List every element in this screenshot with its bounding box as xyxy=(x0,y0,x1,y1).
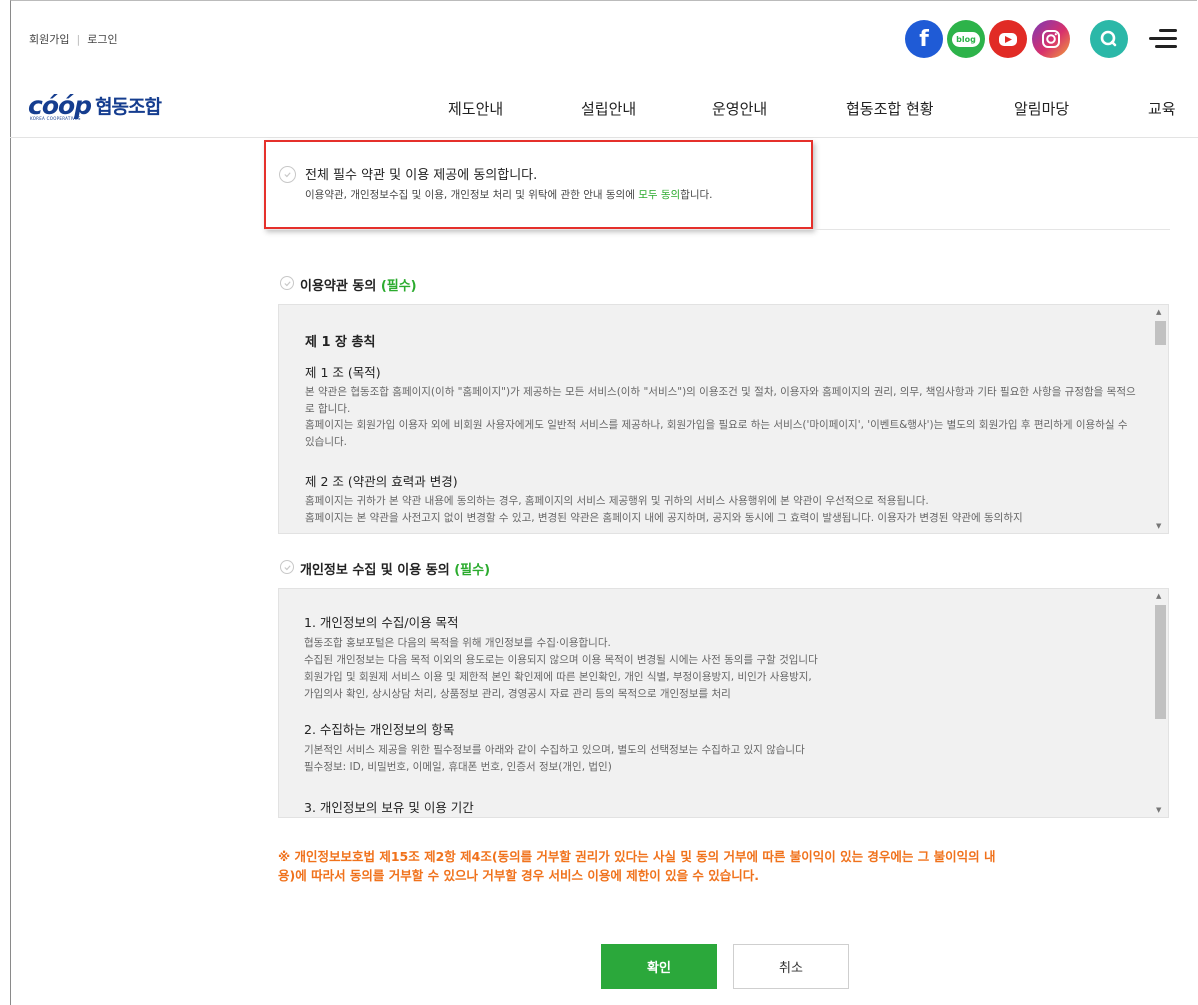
instagram-icon[interactable] xyxy=(1032,20,1070,58)
nav-item-status[interactable]: 협동조합 현황 xyxy=(846,98,934,119)
privacy-section-1-text: 회원가입 및 회원제 서비스 이용 및 제한적 본인 확인제에 따른 본인확인,… xyxy=(304,671,812,683)
terms-scroll-thumb[interactable] xyxy=(1155,321,1166,345)
nav-item-operation[interactable]: 운영안내 xyxy=(712,98,767,119)
facebook-icon[interactable]: f xyxy=(905,20,943,58)
account-links: 회원가입 | 로그인 xyxy=(29,31,118,47)
nav-item-notice[interactable]: 알림마당 xyxy=(1014,98,1069,119)
nav-item-establish[interactable]: 설립안내 xyxy=(581,98,636,119)
terms-checkbox[interactable] xyxy=(280,276,294,290)
logo-name: 협동조합 xyxy=(95,95,162,118)
privacy-scrollbar[interactable]: ▲ ▼ xyxy=(1151,589,1168,817)
coop-logo[interactable]: cóóp KOREA COOPERATIVES 협동조합 xyxy=(28,90,162,122)
agree-all-description: 이용약관, 개인정보수집 및 이용, 개인정보 처리 및 위탁에 관한 안내 동… xyxy=(305,189,713,201)
privacy-checkbox[interactable] xyxy=(280,560,294,574)
link-separator: | xyxy=(76,33,81,46)
signup-link[interactable]: 회원가입 xyxy=(29,31,69,47)
privacy-section-3-title: 3. 개인정보의 보유 및 이용 기간 xyxy=(304,800,474,815)
privacy-section-1-title: 1. 개인정보의 수집/이용 목적 xyxy=(304,615,459,630)
privacy-section-2-text: 기본적인 서비스 제공을 위한 필수정보를 아래와 같이 수집하고 있으며, 별… xyxy=(304,744,805,756)
section-divider xyxy=(264,229,1170,230)
terms-chapter: 제 1 장 총칙 xyxy=(305,335,376,350)
cancel-button[interactable]: 취소 xyxy=(733,944,849,989)
menu-icon[interactable] xyxy=(1149,26,1177,50)
agree-all-checkbox[interactable] xyxy=(279,166,296,183)
terms-article-1-text: 본 약관은 협동조합 홈페이지(이하 "홈페이지")가 제공하는 모든 서비스(… xyxy=(305,386,1136,415)
terms-article-1-text: 홈페이지는 회원가입 이용자 외에 비회원 사용자에게도 일반적 서비스를 제공… xyxy=(305,419,1128,448)
youtube-icon[interactable] xyxy=(989,20,1027,58)
terms-scroll-box[interactable]: 제 1 장 총칙 제 1 조 (목적) 본 약관은 협동조합 홈페이지(이하 "… xyxy=(278,304,1169,534)
login-link[interactable]: 로그인 xyxy=(87,31,117,47)
terms-scrollbar[interactable]: ▲ ▼ xyxy=(1151,305,1168,533)
terms-article-2-text: 홈페이지는 본 약관을 사전고지 없이 변경할 수 있고, 변경된 약관은 홈페… xyxy=(305,512,1023,524)
nav-item-system[interactable]: 제도안내 xyxy=(448,98,503,119)
terms-article-1-title: 제 1 조 (목적) xyxy=(305,365,381,380)
scroll-down-icon[interactable]: ▼ xyxy=(1156,806,1161,814)
agree-all-title[interactable]: 전체 필수 약관 및 이용 제공에 동의합니다. xyxy=(305,164,537,183)
privacy-section-2-text: 필수정보: ID, 비밀번호, 이메일, 휴대폰 번호, 인증서 정보(개인, … xyxy=(304,761,612,773)
privacy-scroll-box[interactable]: 1. 개인정보의 수집/이용 목적 협동조합 홍보포털은 다음의 목적을 위해 … xyxy=(278,588,1169,818)
scroll-up-icon[interactable]: ▲ xyxy=(1156,592,1161,600)
refusal-notice: ※ 개인정보보호법 제15조 제2항 제4조(동의를 거부할 권리가 있다는 사… xyxy=(278,849,996,883)
logo-tagline: KOREA COOPERATIVES xyxy=(30,116,81,121)
privacy-section-1-text: 가입의사 확인, 상시상담 처리, 상품정보 관리, 경영공시 자료 관리 등의… xyxy=(304,688,731,700)
privacy-section-1-text: 협동조합 홍보포털은 다음의 목적을 위해 개인정보를 수집·이용합니다. xyxy=(304,637,611,649)
terms-section-title[interactable]: 이용약관 동의 (필수) xyxy=(300,275,417,294)
blog-icon[interactable]: blog xyxy=(947,20,985,58)
scroll-down-icon[interactable]: ▼ xyxy=(1156,522,1161,530)
main-nav: cóóp KOREA COOPERATIVES 협동조합 제도안내 설립안내 운… xyxy=(10,80,1198,138)
scroll-up-icon[interactable]: ▲ xyxy=(1156,308,1161,316)
terms-article-2-title: 제 2 조 (약관의 효력과 변경) xyxy=(305,474,458,489)
privacy-scroll-thumb[interactable] xyxy=(1155,605,1166,719)
privacy-section-title[interactable]: 개인정보 수집 및 이용 동의 (필수) xyxy=(300,559,490,578)
privacy-section-2-title: 2. 수집하는 개인정보의 항목 xyxy=(304,722,455,737)
search-icon[interactable] xyxy=(1090,20,1128,58)
agree-all-highlight xyxy=(264,140,813,229)
nav-item-education[interactable]: 교육 xyxy=(1148,98,1176,119)
terms-article-2-text: 홈페이지는 귀하가 본 약관 내용에 동의하는 경우, 홈페이지의 서비스 제공… xyxy=(305,495,929,507)
privacy-section-1-text: 수집된 개인정보는 다음 목적 이외의 용도로는 이용되지 않으며 이용 목적이… xyxy=(304,654,818,666)
confirm-button[interactable]: 확인 xyxy=(601,944,717,989)
